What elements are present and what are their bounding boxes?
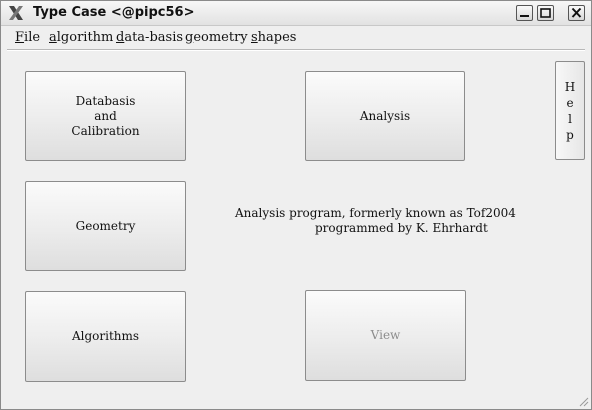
- analysis-label: Analysis: [359, 108, 411, 123]
- help-letter: e: [566, 95, 574, 110]
- maximize-button[interactable]: [537, 5, 554, 21]
- x-app-icon: [7, 4, 25, 22]
- main-window: Type Case <@pipc56> File algorithm data-…: [0, 0, 592, 410]
- menu-shapes[interactable]: shapes: [251, 30, 296, 45]
- menu-separator: [7, 49, 585, 51]
- minimize-icon: [520, 15, 529, 17]
- database-calibration-label: Databasis and Calibration: [71, 93, 140, 138]
- help-letter: l: [568, 111, 572, 126]
- minimize-button[interactable]: [516, 5, 533, 21]
- menu-bar: File algorithm data-basis geometry shape…: [1, 26, 591, 48]
- help-button[interactable]: H e l p: [555, 61, 585, 160]
- menu-file[interactable]: File: [15, 30, 40, 45]
- resize-grip-icon[interactable]: [577, 395, 589, 407]
- close-button[interactable]: [568, 5, 585, 21]
- geometry-label: Geometry: [75, 218, 136, 233]
- help-letter: H: [564, 79, 576, 94]
- view-label: View: [370, 328, 401, 342]
- database-calibration-button[interactable]: Databasis and Calibration: [25, 71, 186, 161]
- program-info-line2: programmed by K. Ehrhardt: [315, 221, 488, 235]
- title-bar[interactable]: Type Case <@pipc56>: [1, 1, 591, 26]
- algorithms-label: Algorithms: [71, 329, 140, 343]
- algorithms-button[interactable]: Algorithms: [25, 291, 186, 382]
- menu-data-basis[interactable]: data-basis: [116, 30, 183, 45]
- geometry-button[interactable]: Geometry: [25, 181, 186, 271]
- window-title: Type Case <@pipc56>: [33, 5, 195, 20]
- menu-algorithm[interactable]: algorithm: [49, 30, 113, 45]
- program-info-line1: Analysis program, formerly known as Tof2…: [235, 206, 516, 220]
- maximize-icon: [540, 8, 551, 18]
- help-letter: p: [566, 127, 574, 142]
- view-button[interactable]: View: [305, 290, 466, 381]
- close-icon: [571, 7, 582, 18]
- analysis-button[interactable]: Analysis: [305, 71, 465, 161]
- program-info: Analysis program, formerly known as Tof2…: [235, 206, 516, 236]
- menu-geometry[interactable]: geometry: [185, 30, 248, 45]
